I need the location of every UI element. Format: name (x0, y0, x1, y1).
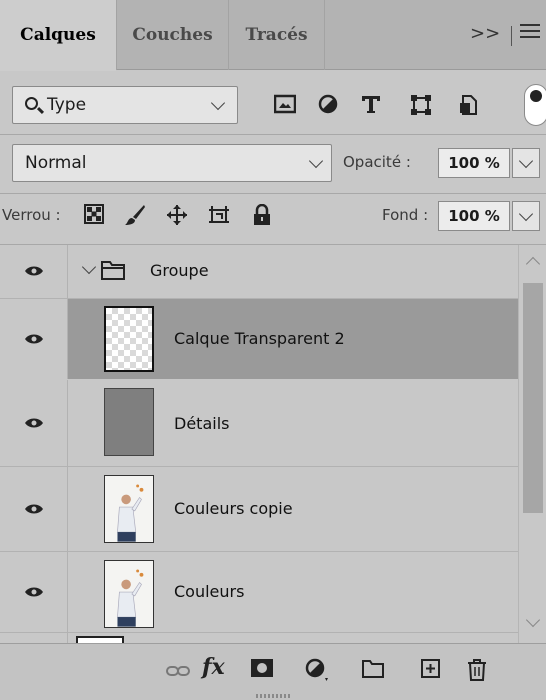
divider (511, 26, 512, 46)
opacity-input[interactable]: 100 % (438, 148, 510, 178)
lock-transparency-icon[interactable] (84, 204, 106, 226)
scroll-thumb[interactable] (523, 283, 543, 513)
filter-toggle[interactable] (524, 84, 546, 126)
layer-name: Couleurs copie (174, 499, 293, 518)
layer-row-group[interactable]: Groupe (0, 245, 518, 299)
adjustment-layer-icon[interactable] (305, 658, 329, 682)
layer-row-selected[interactable]: Calque Transparent 2 (0, 299, 518, 379)
fill-dropdown-button[interactable] (512, 201, 540, 231)
fx-icon[interactable]: fx (202, 654, 225, 680)
visibility-toggle[interactable] (0, 299, 68, 379)
layer-filter-select[interactable]: Type (12, 86, 238, 124)
image-filter-icon[interactable] (274, 94, 296, 114)
divider (0, 193, 546, 194)
tab-separator (324, 0, 325, 70)
layer-name: Calque Transparent 2 (174, 329, 345, 348)
layer-thumbnail (104, 306, 154, 372)
visibility-toggle[interactable] (0, 467, 68, 551)
layers-scrollbar[interactable] (518, 245, 546, 643)
eye-icon (25, 334, 43, 344)
eye-icon (25, 266, 43, 276)
opacity-label: Opacité : (343, 153, 411, 171)
trash-icon[interactable] (466, 658, 488, 682)
layers-list: Groupe Calque Transparent 2 Détails Coul… (0, 245, 518, 643)
blend-mode-value: Normal (25, 153, 87, 173)
tab-calques[interactable]: Calques (0, 0, 116, 71)
layer-name: Couleurs (174, 582, 245, 601)
lock-label: Verrou : (2, 206, 61, 224)
layer-thumbnail (76, 636, 124, 643)
opacity-dropdown-button[interactable] (512, 148, 540, 178)
lock-pixels-icon[interactable] (124, 204, 146, 226)
layer-row[interactable]: Détails (0, 380, 518, 467)
panel-menu-icon[interactable] (520, 24, 540, 46)
tab-traces[interactable]: Tracés (229, 0, 324, 70)
layer-row[interactable]: Couleurs (0, 552, 518, 633)
chevron-down-icon (308, 153, 324, 169)
lock-artboard-icon[interactable] (208, 204, 230, 226)
lock-all-icon[interactable] (252, 204, 274, 226)
shape-filter-icon[interactable] (410, 94, 432, 116)
filter-type-label: Type (47, 95, 87, 115)
layers-bottom-toolbar: fx (0, 643, 546, 700)
tab-couches[interactable]: Couches (117, 0, 228, 70)
layer-row[interactable]: Couleurs copie (0, 467, 518, 552)
eye-icon (25, 504, 43, 514)
panel-tab-bar: Calques Couches Tracés >> (0, 0, 546, 71)
layer-thumbnail (104, 388, 154, 456)
photo-thumbnail-icon (104, 560, 154, 628)
photo-thumbnail-icon (104, 475, 154, 543)
new-group-icon[interactable] (361, 658, 385, 680)
eye-icon (25, 418, 43, 428)
group-expand-chevron-icon[interactable] (81, 259, 97, 275)
search-icon (25, 97, 38, 110)
add-mask-icon[interactable] (250, 658, 274, 680)
visibility-toggle[interactable] (0, 380, 68, 466)
eye-icon (25, 587, 43, 597)
scroll-down-icon[interactable] (525, 612, 541, 628)
folder-icon (101, 261, 125, 280)
fill-input[interactable]: 100 % (438, 201, 510, 231)
scroll-up-icon[interactable] (525, 256, 541, 272)
fill-label: Fond : (382, 206, 429, 224)
chevron-down-icon (518, 153, 534, 169)
visibility-toggle[interactable] (0, 245, 68, 298)
chevron-down-icon (210, 95, 226, 111)
smart-object-filter-icon[interactable] (458, 94, 478, 116)
lock-position-icon[interactable] (166, 204, 188, 226)
divider (0, 134, 546, 135)
layer-name: Groupe (150, 261, 209, 280)
new-layer-icon[interactable] (420, 658, 442, 680)
visibility-toggle[interactable] (0, 552, 68, 632)
text-filter-icon[interactable] (360, 94, 382, 114)
resize-grip[interactable] (256, 694, 290, 698)
visibility-toggle[interactable] (0, 633, 68, 643)
link-layers-icon[interactable] (166, 664, 190, 678)
layer-name: Détails (174, 414, 230, 433)
layer-row-partial[interactable] (0, 633, 518, 643)
chevron-down-icon (518, 206, 534, 222)
blend-mode-select[interactable]: Normal (12, 144, 332, 182)
tab-overflow-icon[interactable]: >> (470, 23, 500, 44)
adjustment-filter-icon[interactable] (318, 94, 338, 114)
